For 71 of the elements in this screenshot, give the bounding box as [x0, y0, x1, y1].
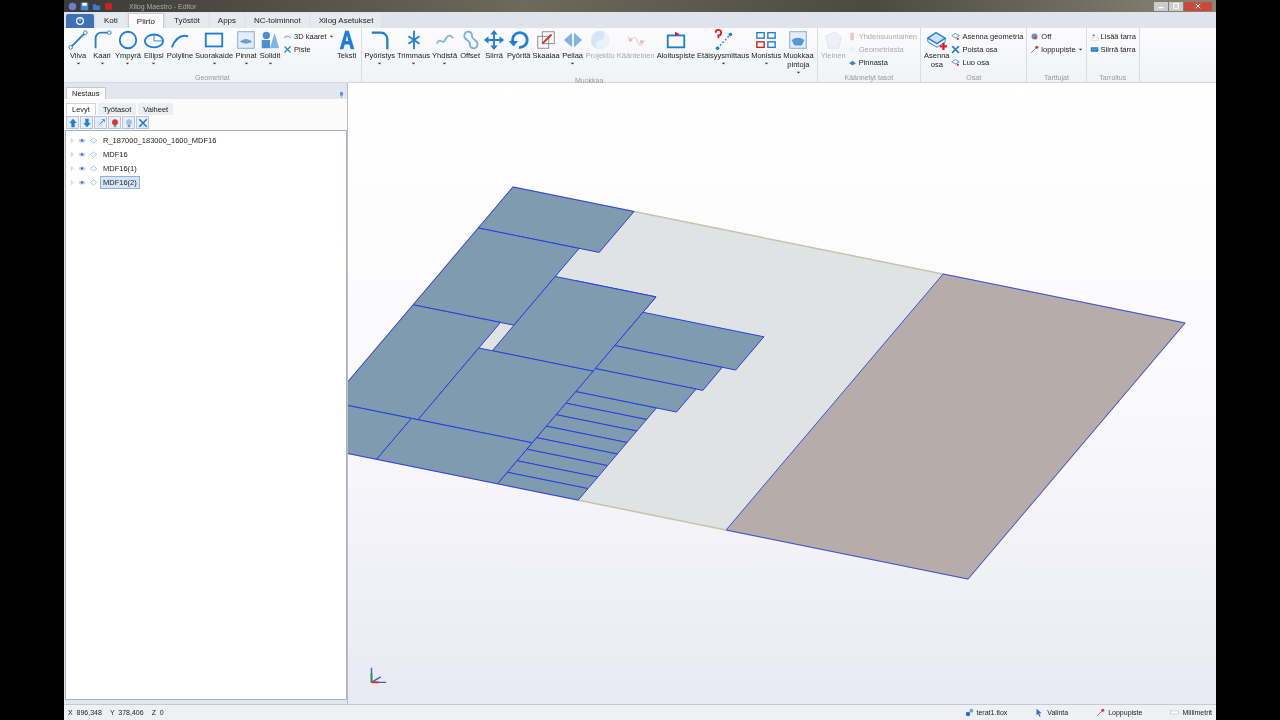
eye-icon[interactable]	[77, 178, 87, 186]
toolbar-button[interactable]	[80, 116, 93, 129]
export-icon	[95, 117, 106, 128]
close-button[interactable]	[1184, 1, 1212, 11]
rotate-icon	[507, 29, 530, 51]
minimize-button[interactable]	[1154, 1, 1168, 11]
line-icon	[67, 29, 89, 51]
surface-icon	[787, 29, 810, 51]
caret-icon	[570, 61, 576, 66]
caret-icon	[795, 70, 801, 75]
down-arrow-icon	[81, 117, 92, 128]
ribbon-tab[interactable]: Piirto	[127, 13, 165, 28]
circle-icon	[116, 29, 139, 51]
caret-icon	[211, 61, 217, 66]
pin-icon	[1096, 708, 1106, 717]
maximize-icon	[1173, 3, 1179, 9]
app-icon	[68, 1, 77, 11]
pin-icon[interactable]	[338, 91, 345, 99]
caret-icon	[267, 61, 273, 66]
bulb-icon	[109, 117, 120, 128]
save-icon[interactable]	[80, 1, 89, 11]
toolbar-button[interactable]	[122, 116, 135, 129]
cross-icon	[283, 44, 293, 54]
eye-icon[interactable]	[77, 164, 87, 172]
part-icon	[951, 31, 961, 41]
caret-icon	[99, 61, 105, 66]
ribbon-tab[interactable]: Xilog Asetukset	[310, 13, 382, 28]
toolbar-button[interactable]	[94, 116, 107, 129]
grid-icon	[755, 29, 778, 51]
pin-icon	[1030, 44, 1040, 54]
eye-icon[interactable]	[77, 150, 87, 158]
surface-icon	[235, 29, 258, 51]
bulb-icon	[123, 117, 134, 128]
caret-icon	[442, 61, 448, 66]
caret-icon	[763, 61, 769, 66]
3d-viewport[interactable]	[348, 83, 1216, 704]
part-plus-icon	[925, 29, 948, 51]
ribbon-tab[interactable]: Apps	[209, 13, 245, 28]
toolbar-button[interactable]	[136, 116, 149, 129]
close-icon	[951, 44, 961, 54]
caret-icon	[411, 61, 417, 66]
dimension-icon	[712, 29, 735, 51]
maximize-button[interactable]	[1169, 1, 1183, 11]
solids-icon	[259, 29, 282, 51]
move-arrows-icon	[483, 29, 506, 51]
close-icon	[137, 117, 148, 128]
toolbar-button[interactable]	[66, 116, 79, 129]
caret-icon	[377, 61, 383, 66]
ribbon-tab[interactable]: Koti	[96, 13, 126, 28]
caret-icon	[1077, 46, 1083, 52]
yin-yang-icon	[589, 29, 612, 51]
caret-icon	[243, 61, 249, 66]
close-icon	[1195, 3, 1201, 9]
caret-icon	[125, 61, 131, 66]
start-point-icon	[664, 29, 687, 51]
caret-icon	[720, 61, 726, 66]
magnet-icon	[1030, 31, 1040, 41]
ribbon-tab[interactable]: Työstöt	[166, 13, 208, 28]
caret-icon	[75, 61, 81, 66]
app-menu-button[interactable]	[66, 14, 94, 28]
part-icon	[951, 57, 961, 67]
label-icon	[1089, 31, 1099, 41]
caret-icon	[151, 61, 157, 66]
ribbon-tab[interactable]: NC-toiminnot	[246, 13, 309, 28]
up-arrow-icon	[67, 117, 78, 128]
eye-icon[interactable]	[77, 136, 87, 144]
caret-icon	[328, 33, 334, 39]
label-icon	[1089, 44, 1099, 54]
stop-icon[interactable]	[104, 1, 113, 11]
scale-icon	[535, 29, 557, 51]
toolbar-button[interactable]	[108, 116, 121, 129]
